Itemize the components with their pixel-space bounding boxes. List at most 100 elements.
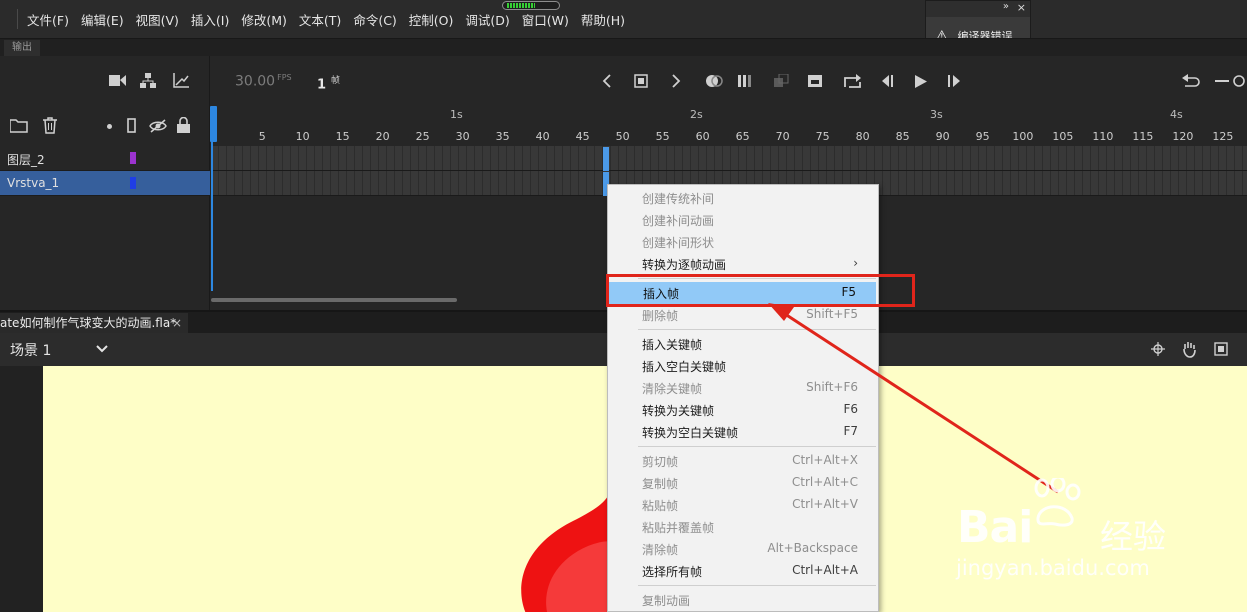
selected-frame[interactable] [603,147,609,171]
menu-commands[interactable]: 命令(C) [353,10,396,29]
current-frame-display[interactable]: 1帧 [317,73,340,92]
frame-number-label: 110 [1092,130,1114,143]
context-menu-item[interactable]: 选择所有帧 Ctrl+Alt+A [608,560,878,582]
visibility-off-icon[interactable] [149,119,167,133]
stage-gutter [0,366,43,612]
timeline-scrollbar[interactable] [211,298,457,302]
crosshair-icon[interactable] [1151,342,1165,356]
menu-item-shortcut: Ctrl+Alt+V [792,497,858,511]
context-menu-item[interactable]: 剪切帧 Ctrl+Alt+X [608,450,878,472]
layer-row-selected[interactable]: Vrstva_1 [0,171,210,196]
document-tab[interactable]: ate如何制作气球变大的动画.fla* × [0,313,188,335]
tab-output[interactable]: 输出 [4,40,40,56]
edit-multiple-frames-icon[interactable] [738,74,754,88]
close-icon[interactable]: × [1017,1,1026,14]
layer-row[interactable]: 图层_2 [0,146,210,171]
lock-icon[interactable] [177,117,190,133]
frame-ruler[interactable]: 5 10 15 20 25 30 35 40 45 50 55 60 65 70 75 80 85 90 95 100… [211,104,1247,146]
outline-icon[interactable] [127,118,136,133]
context-menu-item[interactable]: 转换为逐帧动画 › [608,253,878,275]
context-menu-item[interactable]: 粘贴帧 Ctrl+Alt+V [608,494,878,516]
menu-item-shortcut: F6 [843,402,858,416]
playhead-handle[interactable] [210,106,217,142]
paste-frames-icon[interactable] [774,74,789,88]
seconds-label: 1s [450,108,463,121]
fps-display[interactable]: 30.00 FPS [235,73,292,90]
frame-number-label: 80 [855,130,870,143]
paw-icon [1034,478,1081,527]
menu-help[interactable]: 帮助(H) [581,10,625,29]
menu-modify[interactable]: 修改(M) [241,10,287,29]
context-menu-item[interactable]: 转换为关键帧 F6 [608,399,878,421]
step-back-icon[interactable] [880,75,895,87]
layer-color-swatch[interactable] [130,177,136,189]
context-menu-item[interactable]: 复制帧 Ctrl+Alt+C [608,472,878,494]
menu-item-label: 选择所有帧 [642,565,703,579]
chevron-down-icon[interactable] [96,345,108,353]
parenting-icon[interactable] [140,73,156,88]
layer-name[interactable]: 图层_2 [7,151,45,168]
context-menu-item[interactable]: 创建补间形状 [608,231,878,253]
menu-edit[interactable]: 编辑(E) [81,10,124,29]
context-menu-item[interactable]: 清除关键帧 Shift+F6 [608,377,878,399]
menu-item-label: 转换为关键帧 [642,404,715,418]
step-forward-icon[interactable] [948,75,963,87]
menu-debug[interactable]: 调试(D) [465,10,509,29]
frame-number-label: 125 [1212,130,1234,143]
watermark: Bai 经验 jingyan.baidu.com [952,478,1202,590]
chevron-left-icon[interactable] [602,74,612,88]
collapse-icon[interactable]: » [1003,1,1009,12]
graph-icon[interactable] [173,73,189,88]
layer-color-swatch[interactable] [130,152,136,164]
context-menu-item[interactable]: 删除帧 Shift+F5 [608,304,878,326]
frame-row[interactable] [211,146,1247,171]
loop-icon[interactable] [844,74,861,88]
context-menu-item[interactable]: 清除帧 Alt+Backspace [608,538,878,560]
context-menu-item[interactable]: 创建补间动画 [608,209,878,231]
onion-skin-icon[interactable] [705,74,723,88]
menu-file[interactable]: 文件(F) [27,10,69,29]
menu-item-label: 删除帧 [642,309,679,323]
context-menu-item[interactable]: 粘贴并覆盖帧 [608,516,878,538]
menu-control[interactable]: 控制(O) [409,10,454,29]
menu-window[interactable]: 窗口(W) [522,10,569,29]
trash-icon[interactable] [42,117,58,134]
chevron-right-icon[interactable] [671,74,681,88]
insert-keyframe-icon[interactable] [808,75,822,87]
timeline-toolbar [0,56,210,104]
scene-selector[interactable]: 场景 1 [10,340,51,360]
context-menu-item[interactable]: 插入关键帧 [608,333,878,355]
menu-item-label: 复制动画 [642,594,691,608]
camera-icon[interactable] [109,74,126,87]
menu-text[interactable]: 文本(T) [299,10,341,29]
layer-name[interactable]: Vrstva_1 [7,176,59,190]
menu-item-label: 清除关键帧 [642,382,703,396]
context-menu-item[interactable]: 复制动画 [608,589,878,611]
undo-icon[interactable] [1182,74,1200,88]
menu-item-label: 插入空白关键帧 [642,360,727,374]
context-menu-item[interactable]: 转换为空白关键帧 F7 [608,421,878,443]
folder-icon[interactable] [10,119,28,133]
highlight-dot-icon[interactable] [107,124,112,129]
context-menu-item[interactable]: 创建传统补间 [608,187,878,209]
context-menu-item[interactable]: 插入空白关键帧 [608,355,878,377]
frame-number-label: 10 [295,130,310,143]
close-tab-icon[interactable]: × [172,313,182,333]
menu-item-shortcut: Ctrl+Alt+X [792,453,858,467]
layer-toolbar [0,104,210,146]
menu-item-label: 粘贴帧 [642,499,679,513]
menu-insert[interactable]: 插入(I) [191,10,229,29]
menu-item-shortcut: F7 [843,424,858,438]
frame-number-label: 20 [375,130,390,143]
hand-tool-icon[interactable] [1181,341,1198,358]
clip-stage-icon[interactable] [1214,342,1228,356]
menu-view[interactable]: 视图(V) [136,10,179,29]
menu-item-shortcut: Shift+F5 [806,307,858,321]
menu-item-label: 转换为逐帧动画 [642,258,727,272]
zoom-slider-icon[interactable] [1215,75,1247,87]
play-icon[interactable] [915,75,927,88]
performance-meter [502,1,560,10]
menu-item-label: 剪切帧 [642,455,679,469]
frame-number-label: 120 [1172,130,1194,143]
center-frame-icon[interactable] [634,74,648,88]
